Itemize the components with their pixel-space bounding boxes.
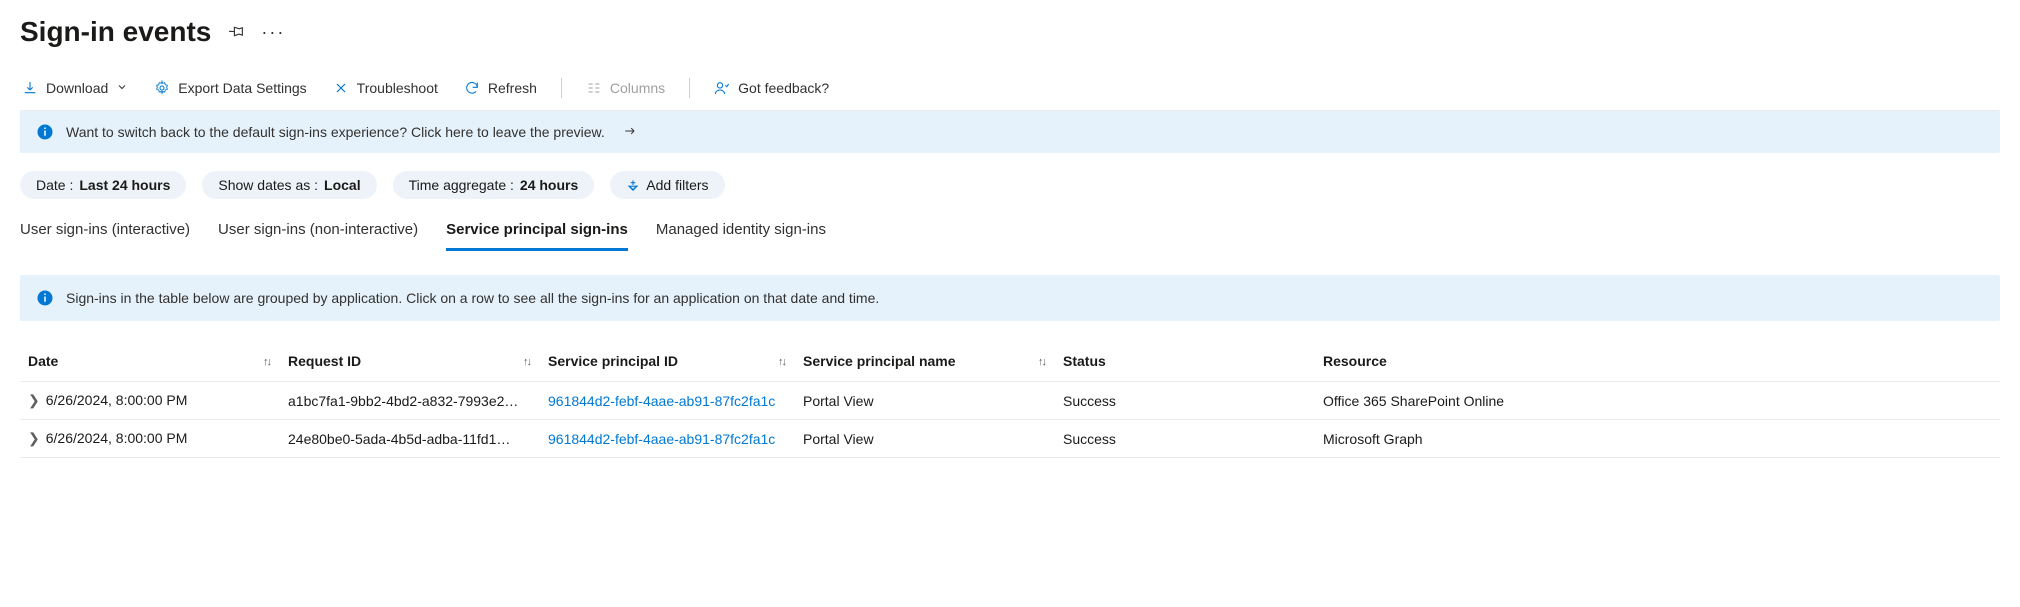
tab-service-principal[interactable]: Service principal sign-ins xyxy=(446,213,628,251)
cell-date: 6/26/2024, 8:00:00 PM xyxy=(46,430,188,446)
cell-status: Success xyxy=(1063,393,1116,409)
feedback-button[interactable]: Got feedback? xyxy=(712,76,831,100)
chevron-down-icon xyxy=(116,80,128,96)
col-header-spid[interactable]: Service principal ID↑↓ xyxy=(540,343,795,382)
tab-user-noninteractive[interactable]: User sign-ins (non-interactive) xyxy=(218,213,418,251)
gear-icon xyxy=(154,80,170,96)
columns-button: Columns xyxy=(584,76,667,100)
cell-requestid: 24e80be0-5ada-4b5d-adba-11fd1… xyxy=(288,431,528,447)
export-label: Export Data Settings xyxy=(178,80,306,96)
col-header-spname[interactable]: Service principal name↑↓ xyxy=(795,343,1055,382)
pin-icon[interactable] xyxy=(227,23,245,41)
page-title: Sign-in events xyxy=(20,16,211,48)
cell-requestid: a1bc7fa1-9bb2-4bd2-a832-7993e2… xyxy=(288,393,528,409)
col-header-resource[interactable]: Resource xyxy=(1315,343,2000,382)
tab-user-interactive[interactable]: User sign-ins (interactive) xyxy=(20,213,190,251)
cell-resource: Office 365 SharePoint Online xyxy=(1323,393,1504,409)
sort-icon: ↑↓ xyxy=(778,356,785,368)
sort-icon: ↑↓ xyxy=(1038,356,1045,368)
add-filters-label: Add filters xyxy=(646,177,708,193)
col-header-date[interactable]: Date↑↓ xyxy=(20,343,280,382)
filter-timeaggregate[interactable]: Time aggregate : 24 hours xyxy=(393,171,595,199)
filter-row: Date : Last 24 hours Show dates as : Loc… xyxy=(20,171,2000,199)
refresh-label: Refresh xyxy=(488,80,537,96)
filter-date-label: Date : xyxy=(36,177,73,193)
filter-showdates-label: Show dates as : xyxy=(218,177,318,193)
col-header-requestid[interactable]: Request ID↑↓ xyxy=(280,343,540,382)
table-row[interactable]: ❯ 6/26/2024, 8:00:00 PM a1bc7fa1-9bb2-4bd… xyxy=(20,382,2000,420)
sort-icon: ↑↓ xyxy=(263,356,270,368)
cell-status: Success xyxy=(1063,431,1116,447)
more-icon[interactable]: ··· xyxy=(261,22,285,43)
chevron-right-icon: ❯ xyxy=(28,392,40,409)
command-bar: Download Export Data Settings Troublesho… xyxy=(20,76,2000,111)
filter-showdates-value: Local xyxy=(324,177,361,193)
toolbar-separator xyxy=(689,78,690,98)
toolbar-separator xyxy=(561,78,562,98)
feedback-label: Got feedback? xyxy=(738,80,829,96)
cell-spid-link[interactable]: 961844d2-febf-4aae-ab91-87fc2fa1c xyxy=(548,393,775,409)
filter-icon xyxy=(626,178,640,192)
refresh-icon xyxy=(464,80,480,96)
download-icon xyxy=(22,80,38,96)
troubleshoot-label: Troubleshoot xyxy=(357,80,438,96)
table-row[interactable]: ❯ 6/26/2024, 8:00:00 PM 24e80be0-5ada-4b5… xyxy=(20,420,2000,458)
preview-banner[interactable]: Want to switch back to the default sign-… xyxy=(20,111,2000,153)
grouping-note-text: Sign-ins in the table below are grouped … xyxy=(66,290,879,306)
filter-date-value: Last 24 hours xyxy=(79,177,170,193)
filter-date[interactable]: Date : Last 24 hours xyxy=(20,171,186,199)
cell-spname: Portal View xyxy=(803,431,874,447)
filter-timeaggregate-value: 24 hours xyxy=(520,177,578,193)
columns-label: Columns xyxy=(610,80,665,96)
add-filters-button[interactable]: Add filters xyxy=(610,171,724,199)
filter-showdates[interactable]: Show dates as : Local xyxy=(202,171,376,199)
refresh-button[interactable]: Refresh xyxy=(462,76,539,100)
page-header: Sign-in events ··· xyxy=(20,16,2000,48)
sort-icon: ↑↓ xyxy=(523,356,530,368)
tab-managed-identity[interactable]: Managed identity sign-ins xyxy=(656,213,826,251)
cell-date: 6/26/2024, 8:00:00 PM xyxy=(46,392,188,408)
chevron-right-icon: ❯ xyxy=(28,430,40,447)
download-button[interactable]: Download xyxy=(20,76,130,100)
feedback-icon xyxy=(714,80,730,96)
cell-spname: Portal View xyxy=(803,393,874,409)
grouping-note: Sign-ins in the table below are grouped … xyxy=(20,275,2000,321)
signins-table: Date↑↓ Request ID↑↓ Service principal ID… xyxy=(20,343,2000,458)
cell-resource: Microsoft Graph xyxy=(1323,431,1423,447)
arrow-right-icon xyxy=(623,124,637,141)
export-button[interactable]: Export Data Settings xyxy=(152,76,308,100)
columns-icon xyxy=(586,80,602,96)
troubleshoot-button[interactable]: Troubleshoot xyxy=(331,76,440,100)
filter-timeaggregate-label: Time aggregate : xyxy=(409,177,514,193)
info-icon xyxy=(36,123,54,141)
preview-banner-text: Want to switch back to the default sign-… xyxy=(66,124,605,140)
info-icon xyxy=(36,289,54,307)
cell-spid-link[interactable]: 961844d2-febf-4aae-ab91-87fc2fa1c xyxy=(548,431,775,447)
tabs: User sign-ins (interactive) User sign-in… xyxy=(20,213,2000,251)
troubleshoot-icon xyxy=(333,80,349,96)
col-header-status[interactable]: Status xyxy=(1055,343,1315,382)
download-label: Download xyxy=(46,80,108,96)
